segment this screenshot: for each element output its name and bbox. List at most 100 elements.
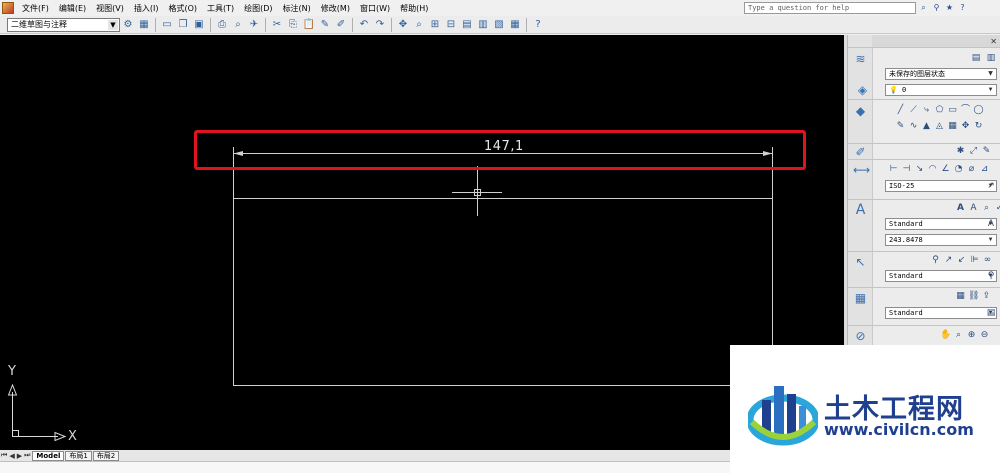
single-line-text-icon[interactable]: A (968, 203, 979, 214)
text-panel-icon[interactable]: A (853, 203, 868, 218)
text-style-select[interactable]: Standard ▼ (885, 218, 997, 230)
spline-icon[interactable]: ∿ (908, 121, 919, 132)
workspace-select[interactable]: 二维草图与注释 ▼ (7, 17, 120, 32)
mleader-align-icon[interactable]: ⊫ (969, 255, 980, 266)
multiline-text-icon[interactable]: A (955, 203, 966, 214)
dim-style-icon[interactable]: ⊿ (979, 164, 990, 175)
find-text-icon[interactable]: ⌕ (981, 203, 992, 214)
layer-manager-icon[interactable]: ◈ (855, 83, 870, 98)
modify-panel-icon[interactable]: ✐ (853, 145, 868, 160)
leader-icon[interactable]: ↘ (914, 164, 925, 175)
remove-leader-icon[interactable]: ↙ (956, 255, 967, 266)
help-icon[interactable]: ? (531, 18, 545, 32)
layer-previous-icon[interactable]: ▥ (985, 52, 997, 64)
zoom-previous-icon[interactable]: ⊖ (979, 330, 990, 341)
layer-state-select[interactable]: 未保存的图层状态 ▼ (885, 68, 997, 80)
redo-icon[interactable]: ↷ (373, 18, 387, 32)
construction-line-icon[interactable]: ⟋ (908, 105, 919, 116)
revision-cloud-icon[interactable]: ✎ (895, 121, 906, 132)
move-icon[interactable]: ✥ (960, 121, 971, 132)
open-folder-icon[interactable]: ❐ (176, 18, 190, 32)
draw-panel-icon[interactable]: ◆ (853, 104, 868, 119)
paste-icon[interactable]: 📋 (302, 18, 316, 32)
diameter-dim-icon[interactable]: ⌀ (966, 164, 977, 175)
zoom-realtime-icon[interactable]: ⌕ (412, 18, 426, 32)
zoom-previous-icon[interactable]: ⊟ (444, 18, 458, 32)
block-editor-icon[interactable]: ✐ (334, 18, 348, 32)
pan-icon[interactable]: ✋ (940, 330, 951, 341)
layers-icon[interactable]: ≋ (853, 52, 868, 67)
menu-edit[interactable]: 编辑(E) (54, 3, 91, 14)
mleader-style-select[interactable]: Standard ▼ (885, 270, 997, 282)
menu-insert[interactable]: 插入(I) (129, 3, 164, 14)
tab-layout2[interactable]: 布局2 (92, 450, 120, 461)
tab-first-icon[interactable]: ⏮ (0, 451, 8, 460)
circle-icon[interactable]: ◯ (973, 105, 984, 116)
table-panel-icon[interactable]: ▦ (853, 291, 868, 306)
mleader-style-manager-icon[interactable]: ⚲ (985, 270, 997, 282)
favorites-star-icon[interactable]: ★ (944, 2, 955, 13)
workspace-save-icon[interactable]: ▦ (137, 18, 151, 32)
zoom-realtime-icon[interactable]: ⌕ (953, 330, 964, 341)
angular-dim-icon[interactable]: ∠ (940, 164, 951, 175)
chevron-down-icon[interactable]: ▼ (108, 19, 118, 30)
text-style-manager-icon[interactable]: A (985, 218, 997, 230)
tab-prev-icon[interactable]: ◀ (8, 452, 15, 460)
help-icon[interactable]: ? (957, 2, 968, 13)
tab-last-icon[interactable]: ⏭ (23, 451, 31, 460)
undo-icon[interactable]: ↶ (357, 18, 371, 32)
menu-format[interactable]: 格式(O) (163, 3, 202, 14)
menu-tools[interactable]: 工具(T) (202, 3, 239, 14)
gradient-icon[interactable]: ◬ (934, 121, 945, 132)
arc-icon[interactable]: ⌒ (960, 105, 971, 116)
rectangle-icon[interactable]: ▭ (947, 105, 958, 116)
match-properties-icon[interactable]: ✎ (318, 18, 332, 32)
publish-icon[interactable]: ✈ (247, 18, 261, 32)
table-style-manager-icon[interactable]: ▤ (985, 307, 997, 319)
cut-icon[interactable]: ✂ (270, 18, 284, 32)
tool-palettes-icon[interactable]: ▧ (492, 18, 506, 32)
menu-modify[interactable]: 修改(M) (316, 3, 355, 14)
mleader-collect-icon[interactable]: ∞ (982, 255, 993, 266)
pan-icon[interactable]: ✥ (396, 18, 410, 32)
stretch-icon[interactable]: ⤢ (968, 146, 979, 157)
help-search-input[interactable]: Type a question for help (744, 2, 916, 14)
dim-style-select[interactable]: ISO-25 ▼ (885, 180, 997, 192)
table-export-icon[interactable]: ⇪ (981, 291, 992, 302)
communication-center-icon[interactable]: ⚲ (931, 2, 942, 13)
close-icon[interactable]: ✕ (990, 37, 1000, 46)
menu-help[interactable]: 帮助(H) (395, 3, 433, 14)
text-height-select[interactable]: 243.8478 ▼ (885, 234, 997, 246)
menu-file[interactable]: 文件(F) (17, 3, 54, 14)
dim-style-manager-icon[interactable]: ↗ (985, 180, 997, 192)
menu-view[interactable]: 视图(V) (91, 3, 129, 14)
tab-next-icon[interactable]: ▶ (16, 452, 23, 460)
radius-dim-icon[interactable]: ◔ (953, 164, 964, 175)
mleader-icon[interactable]: ⚲ (930, 255, 941, 266)
polygon-icon[interactable]: ⬠ (934, 105, 945, 116)
rotate-icon[interactable]: ↻ (973, 121, 984, 132)
dimension-panel-icon[interactable]: ⟷ (853, 163, 870, 178)
explode-icon[interactable]: ✱ (955, 146, 966, 157)
spell-check-icon[interactable]: ✓ (994, 203, 1000, 214)
menu-dimension[interactable]: 标注(N) (278, 3, 316, 14)
zoom-window-icon[interactable]: ⊞ (428, 18, 442, 32)
mleader-panel-icon[interactable]: ↖ (853, 255, 868, 270)
tab-layout1[interactable]: 布局1 (65, 450, 92, 461)
copy-icon[interactable]: ⎘ (286, 18, 300, 32)
linear-dim-icon[interactable]: ⊢ (888, 164, 899, 175)
design-center-icon[interactable]: ▥ (476, 18, 490, 32)
aligned-dim-icon[interactable]: ⊣ (901, 164, 912, 175)
arc-length-icon[interactable]: ◠ (927, 164, 938, 175)
menu-draw[interactable]: 绘图(D) (239, 3, 277, 14)
zoom-window-icon[interactable]: ⊕ (966, 330, 977, 341)
region-icon[interactable]: ▦ (947, 121, 958, 132)
add-leader-icon[interactable]: ↗ (943, 255, 954, 266)
plot-icon[interactable]: ⎙ (215, 18, 229, 32)
table-style-select[interactable]: Standard ▼ (885, 307, 997, 319)
hatch-icon[interactable]: ▲ (921, 121, 932, 132)
navigation-panel-icon[interactable]: ⊘ (853, 329, 868, 344)
table-link-icon[interactable]: ⛓ (968, 291, 979, 302)
tab-model[interactable]: Model (32, 450, 65, 461)
polyline-icon[interactable]: ⤷ (921, 105, 932, 116)
